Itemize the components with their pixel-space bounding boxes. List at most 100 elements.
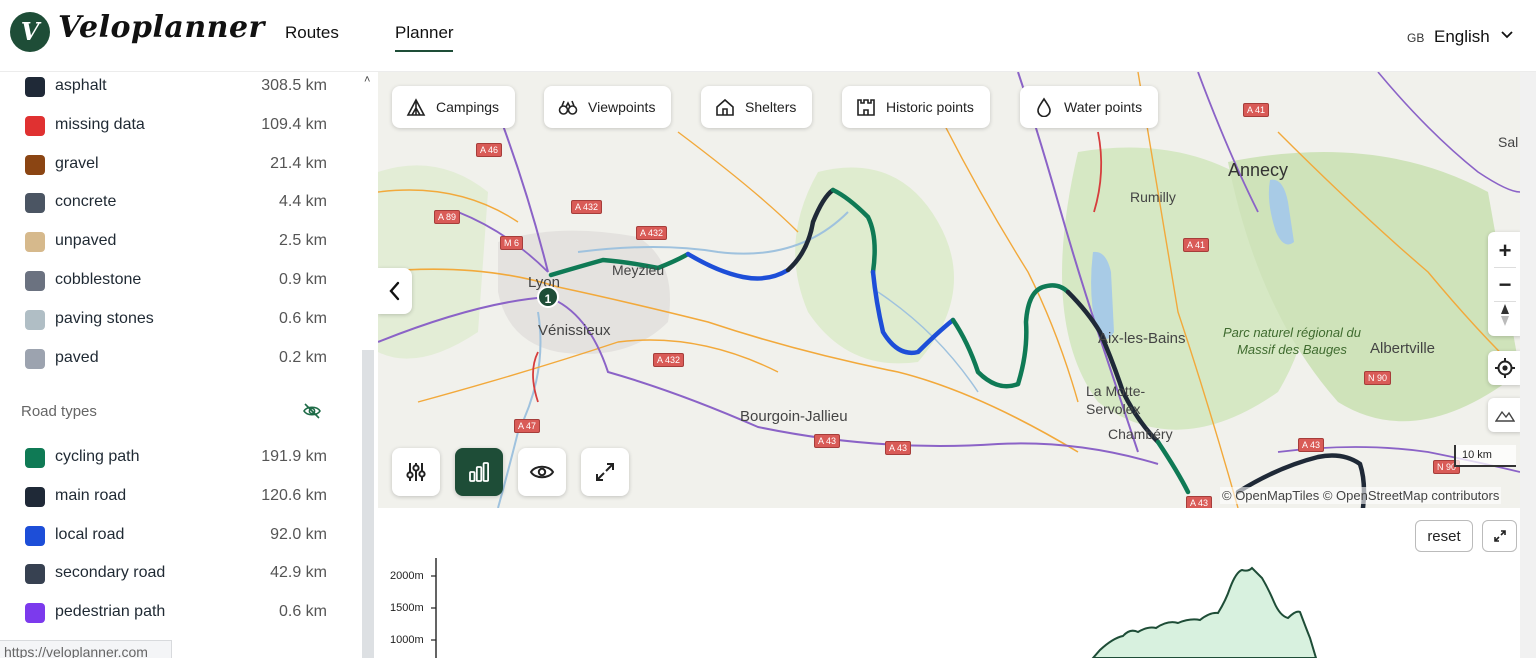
language-flag-code[interactable]: GB xyxy=(1407,31,1424,45)
compass-icon xyxy=(1501,304,1509,326)
language-selector[interactable]: English xyxy=(1434,27,1490,47)
route-start-marker[interactable]: 1 xyxy=(537,286,559,308)
legend-row-paving-stones[interactable]: paving stones 0.6 km xyxy=(0,305,345,335)
legend-row-concrete[interactable]: concrete 4.4 km xyxy=(0,188,345,218)
road-badge: A 41 xyxy=(1243,103,1270,117)
logo-badge[interactable]: V xyxy=(10,12,50,52)
collapse-sidebar-button[interactable] xyxy=(378,268,412,314)
fullscreen-map-button[interactable] xyxy=(581,448,629,496)
poi-button-label: Water points xyxy=(1064,99,1143,115)
place-label: Rumilly xyxy=(1130,189,1176,205)
nav-routes[interactable]: Routes xyxy=(285,23,339,43)
poi-button-label: Historic points xyxy=(886,99,974,115)
nav-active-indicator xyxy=(395,50,453,52)
elevation-profile: reset 2000m 1500m 1000m xyxy=(378,508,1520,658)
elevation-chart-toggle[interactable] xyxy=(455,448,503,496)
legend-row-main-road[interactable]: main road 120.6 km xyxy=(0,482,345,512)
legend-label: gravel xyxy=(55,154,99,172)
place-label: Meyzieu xyxy=(612,262,665,278)
legend-label: cobblestone xyxy=(55,271,142,288)
binoculars-icon xyxy=(558,100,578,115)
place-label: Albertville xyxy=(1370,340,1436,357)
poi-shelters-button[interactable]: Shelters xyxy=(701,86,813,128)
map-view[interactable]: Campings Viewpoints Shelters Historic point… xyxy=(378,72,1520,508)
poi-campings-button[interactable]: Campings xyxy=(392,86,516,128)
legend-row-gravel[interactable]: gravel 21.4 km xyxy=(0,150,345,180)
color-swatch xyxy=(25,448,45,468)
compass-button[interactable] xyxy=(1488,302,1520,336)
legend-row-asphalt[interactable]: asphalt 308.5 km xyxy=(0,72,345,102)
legend-distance: 191.9 km xyxy=(261,448,327,465)
road-badge: A 89 xyxy=(434,210,461,224)
eye-slash-icon[interactable] xyxy=(302,401,322,421)
legend-row-missing-data[interactable]: missing data 109.4 km xyxy=(0,111,345,141)
legend-distance: 0.2 km xyxy=(278,348,327,366)
map-attribution[interactable]: © OpenMapTiles © OpenStreetMap contribut… xyxy=(1220,487,1502,504)
road-badge: A 432 xyxy=(636,226,668,240)
place-label: Chambéry xyxy=(1108,426,1173,442)
color-swatch xyxy=(25,77,45,97)
legend-distance: 0.6 km xyxy=(278,309,327,327)
legend-label: unpaved xyxy=(55,232,117,250)
legend-row-local-road[interactable]: local road 92.0 km xyxy=(0,521,345,551)
road-types-title: Road types xyxy=(21,403,97,420)
place-label: Aix-les-Bains xyxy=(1098,330,1186,347)
page-scrollbar[interactable] xyxy=(1520,72,1536,658)
legend-label: main road xyxy=(55,486,127,504)
legend-distance: 2.5 km xyxy=(278,232,327,250)
sliders-icon xyxy=(406,463,426,481)
road-badge: A 43 xyxy=(885,441,912,455)
poi-viewpoints-button[interactable]: Viewpoints xyxy=(544,86,672,128)
top-navbar: V Veloplanner Routes Planner GB English xyxy=(0,0,1536,72)
route-settings-button[interactable] xyxy=(392,448,440,496)
legend-label: secondary road xyxy=(55,564,166,582)
locate-button[interactable] xyxy=(1488,351,1520,385)
legend-row-pedestrian-path[interactable]: pedestrian path 0.6 km xyxy=(0,598,345,628)
road-badge: A 41 xyxy=(1183,238,1210,252)
expand-icon xyxy=(596,463,614,481)
zoom-in-button[interactable]: + xyxy=(1488,234,1520,268)
bar-chart-icon xyxy=(469,462,490,482)
color-swatch xyxy=(25,193,45,214)
color-swatch xyxy=(25,564,45,585)
chevron-down-icon[interactable] xyxy=(1500,27,1514,44)
sidebar-scrollbar[interactable] xyxy=(362,350,374,658)
legend-row-cobblestone[interactable]: cobblestone 0.9 km xyxy=(0,266,345,296)
water-drop-icon xyxy=(1037,97,1051,117)
mountain-icon xyxy=(1495,410,1515,422)
color-swatch xyxy=(25,154,45,175)
logo-text[interactable]: Veloplanner xyxy=(58,10,265,45)
color-swatch xyxy=(25,271,45,291)
legend-label: concrete xyxy=(55,193,117,211)
castle-icon xyxy=(857,99,875,116)
legend-row-secondary-road[interactable]: secondary road 42.9 km xyxy=(0,559,345,589)
status-url: https://veloplanner.com xyxy=(0,640,172,658)
park-label: Parc naturel régional du Massif des Baug… xyxy=(1222,325,1362,357)
legend-row-unpaved[interactable]: unpaved 2.5 km xyxy=(0,227,345,257)
color-swatch xyxy=(25,115,45,136)
road-badge: A 432 xyxy=(653,353,685,367)
poi-historic-points-button[interactable]: Historic points xyxy=(842,86,990,128)
nav-planner[interactable]: Planner xyxy=(395,23,454,43)
visibility-toggle[interactable] xyxy=(518,448,566,496)
elevation-chart[interactable] xyxy=(378,508,1520,658)
legend-distance: 120.6 km xyxy=(261,486,327,504)
color-swatch xyxy=(25,309,45,330)
chevron-left-icon xyxy=(389,281,400,301)
color-swatch xyxy=(25,486,45,507)
legend-row-paved[interactable]: paved 0.2 km xyxy=(0,344,345,374)
road-badge: N 90 xyxy=(1364,371,1392,385)
scroll-up-arrow[interactable]: ˄ xyxy=(364,74,370,86)
terrain-button[interactable] xyxy=(1488,398,1520,432)
tent-icon xyxy=(406,98,426,116)
legend-label: cycling path xyxy=(55,448,140,465)
road-badge: A 47 xyxy=(514,419,541,433)
poi-water-points-button[interactable]: Water points xyxy=(1020,86,1159,128)
legend-distance: 0.6 km xyxy=(278,603,327,621)
place-label: Bourgoin-Jallieu xyxy=(740,408,848,425)
legend-row-cycling-path[interactable]: cycling path 191.9 km xyxy=(0,443,345,473)
poi-button-label: Viewpoints xyxy=(588,99,656,115)
zoom-out-button[interactable]: − xyxy=(1488,268,1520,302)
place-label: Annecy xyxy=(1228,160,1289,180)
eye-icon xyxy=(529,465,555,479)
